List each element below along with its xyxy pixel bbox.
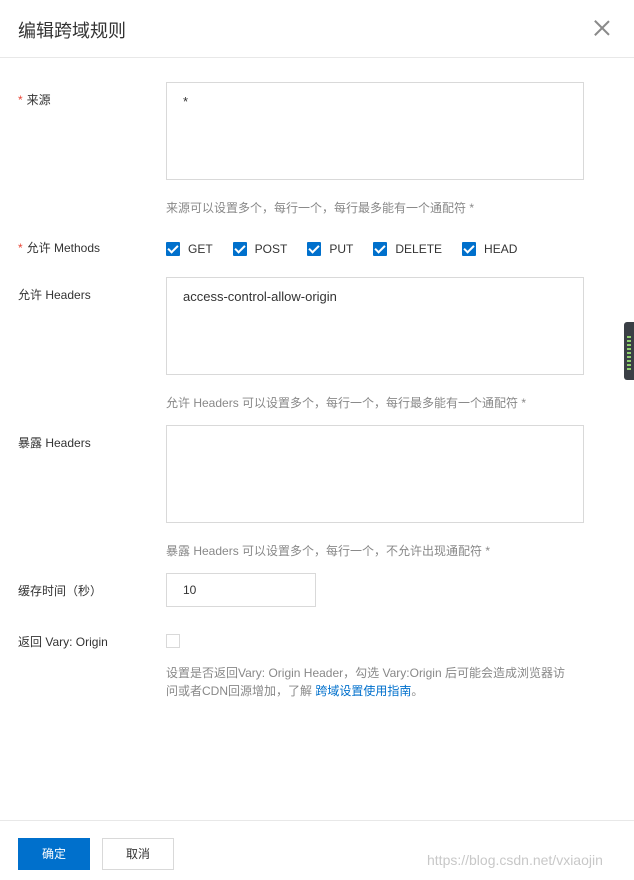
cancel-button[interactable]: 取消 (102, 838, 174, 870)
required-mark: * (18, 241, 23, 255)
method-head-checkbox[interactable]: HEAD (462, 242, 517, 256)
method-post-checkbox[interactable]: POST (232, 242, 288, 256)
required-mark: * (18, 93, 23, 107)
help-text-suffix: 。 (411, 684, 424, 698)
cache-time-input[interactable]: 10 (166, 573, 316, 607)
allow-headers-label: 允许 Headers (18, 288, 91, 302)
method-label: HEAD (484, 242, 518, 256)
expose-headers-label: 暴露 Headers (18, 436, 91, 450)
method-label: PUT (329, 242, 354, 256)
confirm-button[interactable]: 确定 (18, 838, 90, 870)
help-text-prefix: 问或者CDN回源增加，了解 (166, 684, 316, 698)
origin-label: 来源 (26, 93, 51, 107)
checkbox-checked-icon[interactable] (307, 242, 322, 256)
watermark: https://blog.csdn.net/vxiaojin (427, 852, 603, 868)
method-delete-checkbox[interactable]: DELETE (373, 242, 442, 256)
handle-bars (627, 336, 631, 370)
edit-cors-rule-dialog: 编辑跨域规则 *来源 来源可以设置多个，每行一个，每行最多能有一个通配符 * *… (0, 0, 634, 879)
checkbox-checked-icon[interactable] (166, 242, 180, 256)
cors-guide-link[interactable]: 跨域设置使用指南 (315, 684, 411, 698)
checkbox-checked-icon[interactable] (232, 242, 247, 256)
dialog-header: 编辑跨域规则 (0, 0, 634, 58)
dialog-title: 编辑跨域规则 (18, 21, 126, 41)
method-label: DELETE (395, 242, 443, 256)
method-get-checkbox[interactable]: GET (166, 242, 213, 256)
vary-origin-help: 设置是否返回Vary: Origin Header，勾选 Vary:Origin… (166, 664, 586, 700)
checkbox-checked-icon[interactable] (462, 242, 477, 256)
method-label: GET (188, 242, 213, 256)
allow-headers-help: 允许 Headers 可以设置多个，每行一个，每行最多能有一个通配符 * (166, 396, 527, 410)
allow-headers-textarea[interactable] (166, 277, 584, 375)
method-label: POST (254, 242, 288, 256)
close-icon[interactable] (592, 18, 612, 38)
expose-headers-help: 暴露 Headers 可以设置多个，每行一个，不允许出现通配符 * (166, 544, 491, 558)
method-put-checkbox[interactable]: PUT (307, 242, 353, 256)
cache-time-label: 缓存时间（秒） (18, 584, 103, 598)
origin-help: 来源可以设置多个，每行一个，每行最多能有一个通配符 * (166, 201, 475, 215)
vary-origin-checkbox[interactable] (166, 634, 180, 648)
origin-textarea[interactable] (166, 82, 584, 180)
expose-headers-textarea[interactable] (166, 425, 584, 523)
methods-label: 允许 Methods (26, 241, 101, 255)
methods-label-row: * 允许 Methods (18, 239, 100, 256)
vary-origin-help-line1: 设置是否返回Vary: Origin Header，勾选 Vary:Origin… (166, 666, 565, 680)
side-panel-handle-icon[interactable] (624, 322, 634, 380)
dialog-footer: 确定 取消 (0, 820, 634, 880)
origin-label-row: * 来源 (18, 91, 51, 108)
methods-group: GET POST PUT DELETE HEAD (166, 241, 537, 257)
vary-origin-help-line2: 问或者CDN回源增加，了解 跨域设置使用指南。 (166, 682, 586, 700)
vary-origin-label: 返回 Vary: Origin (18, 635, 108, 649)
checkbox-checked-icon[interactable] (373, 242, 388, 256)
